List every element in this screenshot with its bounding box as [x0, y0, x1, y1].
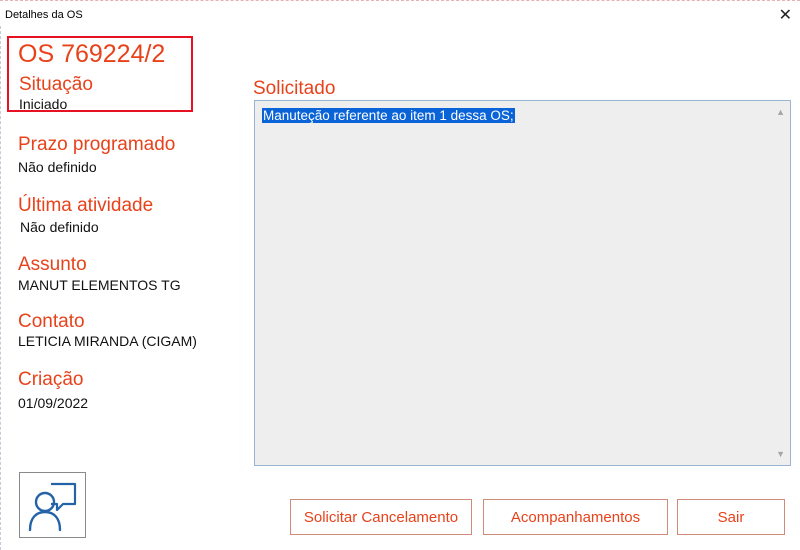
- title-bar: Detalhes da OS ✕: [0, 0, 800, 27]
- close-icon[interactable]: ✕: [779, 5, 792, 25]
- solicitado-label: Solicitado: [253, 78, 336, 99]
- assunto-label: Assunto: [18, 254, 87, 275]
- window-title: Detalhes da OS: [5, 9, 83, 21]
- os-number: OS 769224/2: [18, 40, 166, 68]
- solicitado-text[interactable]: Manuteção referente ao item 1 dessa OS;: [262, 108, 515, 123]
- ultima-atividade-label: Última atividade: [18, 195, 154, 216]
- acompanhamentos-button[interactable]: Acompanhamentos: [483, 499, 668, 535]
- contato-value: LETICIA MIRANDA (CIGAM): [18, 333, 197, 349]
- ultima-atividade-value: Não definido: [20, 219, 99, 235]
- scroll-up-icon[interactable]: ▲: [776, 107, 785, 117]
- window-left-border: [0, 26, 3, 550]
- scroll-down-icon[interactable]: ▼: [776, 449, 785, 459]
- solicitar-cancelamento-button[interactable]: Solicitar Cancelamento: [290, 499, 472, 535]
- sair-button[interactable]: Sair: [677, 499, 785, 535]
- criacao-label: Criação: [18, 369, 84, 390]
- criacao-value: 01/09/2022: [18, 395, 89, 411]
- prazo-label: Prazo programado: [18, 134, 176, 155]
- user-chat-icon: [28, 482, 77, 532]
- solicitado-textarea[interactable]: Manuteção referente ao item 1 dessa OS; …: [254, 100, 791, 466]
- situacao-value: Iniciado: [19, 96, 68, 112]
- user-chat-button[interactable]: [19, 472, 86, 538]
- contato-label: Contato: [18, 311, 85, 332]
- prazo-value: Não definido: [18, 159, 97, 175]
- assunto-value: MANUT ELEMENTOS TG: [18, 277, 181, 293]
- situacao-label: Situação: [19, 74, 93, 95]
